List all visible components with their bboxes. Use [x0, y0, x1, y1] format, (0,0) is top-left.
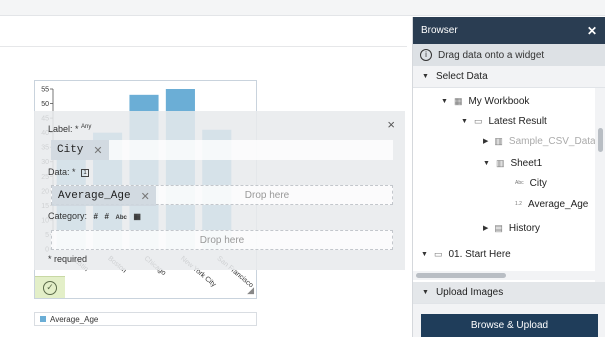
- browse-upload-button[interactable]: Browse & Upload: [421, 314, 598, 337]
- workbook-icon: ▦: [453, 95, 463, 106]
- hint-text: Drag data onto a widget: [438, 49, 545, 61]
- date-type-icon: ▦: [133, 212, 141, 221]
- history-icon: ▤: [494, 222, 503, 233]
- label-field-title: Label: * Any: [48, 124, 91, 134]
- select-data-section[interactable]: ▼ Select Data: [413, 66, 605, 88]
- field-config-panel: × Label: * Any City ✕ Data: * 1 Drop her…: [34, 111, 405, 270]
- tree-label: Latest Result: [488, 115, 547, 127]
- tree-item-history[interactable]: ▶ ▤ History: [483, 218, 540, 238]
- horizontal-scrollbar[interactable]: [413, 271, 595, 280]
- resize-handle-icon[interactable]: ◢: [247, 285, 254, 296]
- required-note: * required: [48, 254, 88, 264]
- tree-label: 01. Start Here: [448, 248, 511, 260]
- folder-icon: ▭: [433, 248, 443, 259]
- confirm-button[interactable]: ✓: [35, 276, 65, 298]
- text-type-icon: Abc: [115, 215, 127, 221]
- data-field-name: Average_Age: [58, 190, 131, 202]
- browser-hint: i Drag data onto a widget: [413, 44, 605, 66]
- caret-right-icon: ▶: [483, 138, 489, 145]
- tree-item-sheet1[interactable]: ▼ ▥ Sheet1: [483, 153, 542, 173]
- folder-icon: ▭: [473, 115, 483, 126]
- category-field-title: Category: # # Abc ▦: [48, 211, 141, 221]
- browser-panel: Browser ✕ i Drag data onto a widget ▼ Se…: [412, 17, 605, 337]
- tree-label: Average_Age: [527, 198, 589, 210]
- data-title-text: Data: *: [48, 167, 76, 177]
- data-tree: ▼ ▦ My Workbook ▼ ▭ Latest Result ▶ ▥ Sa…: [413, 88, 595, 288]
- number-type-icon: #: [93, 212, 98, 221]
- tree-label: City: [529, 177, 547, 189]
- caret-down-icon: ▼: [422, 73, 429, 80]
- legend-swatch: [40, 316, 46, 322]
- caret-down-icon: ▼: [421, 250, 428, 258]
- label-field-slot[interactable]: City ✕: [51, 140, 393, 160]
- number-type-icon: 1.2: [515, 201, 522, 207]
- y-tick-label: 55: [41, 87, 49, 94]
- tree-label: Sample_CSV_Data: [508, 135, 595, 147]
- remove-data-icon[interactable]: ✕: [141, 190, 150, 203]
- y-tick-label: 50: [41, 101, 49, 108]
- label-field-chip[interactable]: City ✕: [51, 140, 109, 160]
- number-type-icon: 1: [81, 169, 90, 177]
- caret-down-icon: ▼: [483, 159, 490, 167]
- tree-item-start-here[interactable]: ▼ ▭ 01. Start Here: [421, 244, 511, 264]
- scrollbar-thumb[interactable]: [416, 273, 506, 278]
- check-icon: ✓: [43, 280, 57, 295]
- dataset-icon: ▥: [494, 135, 503, 146]
- info-icon: i: [420, 49, 432, 61]
- tree-item-average-age-column[interactable]: 1.2 Average_Age: [515, 194, 588, 214]
- browser-title: Browser: [421, 25, 458, 36]
- category-field-slot[interactable]: Drop here: [51, 230, 393, 250]
- label-title-text: Label: *: [48, 124, 79, 134]
- caret-right-icon: ▶: [483, 225, 489, 232]
- tree-item-city-column[interactable]: Abc City: [515, 173, 547, 193]
- data-field-chip[interactable]: Average_Age ✕: [52, 186, 156, 206]
- legend-label: Average_Age: [50, 314, 99, 324]
- top-toolbar: [0, 0, 605, 16]
- close-icon[interactable]: ×: [387, 117, 395, 132]
- number-type-icon: #: [104, 212, 109, 221]
- text-type-icon: Abc: [515, 180, 524, 186]
- vertical-scrollbar[interactable]: [595, 88, 605, 288]
- tree-label: Sheet1: [510, 157, 543, 169]
- tree-item-latest-result[interactable]: ▼ ▭ Latest Result: [461, 111, 547, 131]
- upload-images-label: Upload Images: [435, 287, 504, 298]
- tree-item-workbook[interactable]: ▼ ▦ My Workbook: [441, 91, 529, 111]
- category-title-text: Category:: [48, 211, 88, 221]
- scrollbar-thumb[interactable]: [598, 128, 603, 152]
- label-type-hint: Any: [81, 124, 92, 130]
- chart-legend: Average_Age: [34, 312, 257, 326]
- close-icon[interactable]: ✕: [587, 24, 597, 38]
- caret-down-icon: ▼: [441, 97, 448, 105]
- browser-header: Browser ✕: [413, 17, 605, 44]
- select-data-label: Select Data: [435, 71, 488, 82]
- data-field-title: Data: * 1: [48, 167, 90, 177]
- label-field-name: City: [57, 144, 84, 156]
- tree-label: My Workbook: [468, 95, 530, 107]
- sheet-icon: ▥: [495, 157, 505, 168]
- canvas-divider: [0, 46, 407, 47]
- caret-down-icon: ▼: [422, 289, 429, 296]
- caret-down-icon: ▼: [461, 117, 468, 125]
- remove-label-icon[interactable]: ✕: [93, 144, 102, 157]
- tree-label: History: [508, 222, 541, 234]
- upload-images-section[interactable]: ▼ Upload Images: [413, 282, 605, 304]
- category-drop-zone[interactable]: Drop here: [52, 231, 392, 251]
- tree-item-sample-csv[interactable]: ▶ ▥ Sample_CSV_Data: [483, 131, 595, 151]
- data-field-slot[interactable]: Drop here Average_Age ✕: [51, 185, 393, 206]
